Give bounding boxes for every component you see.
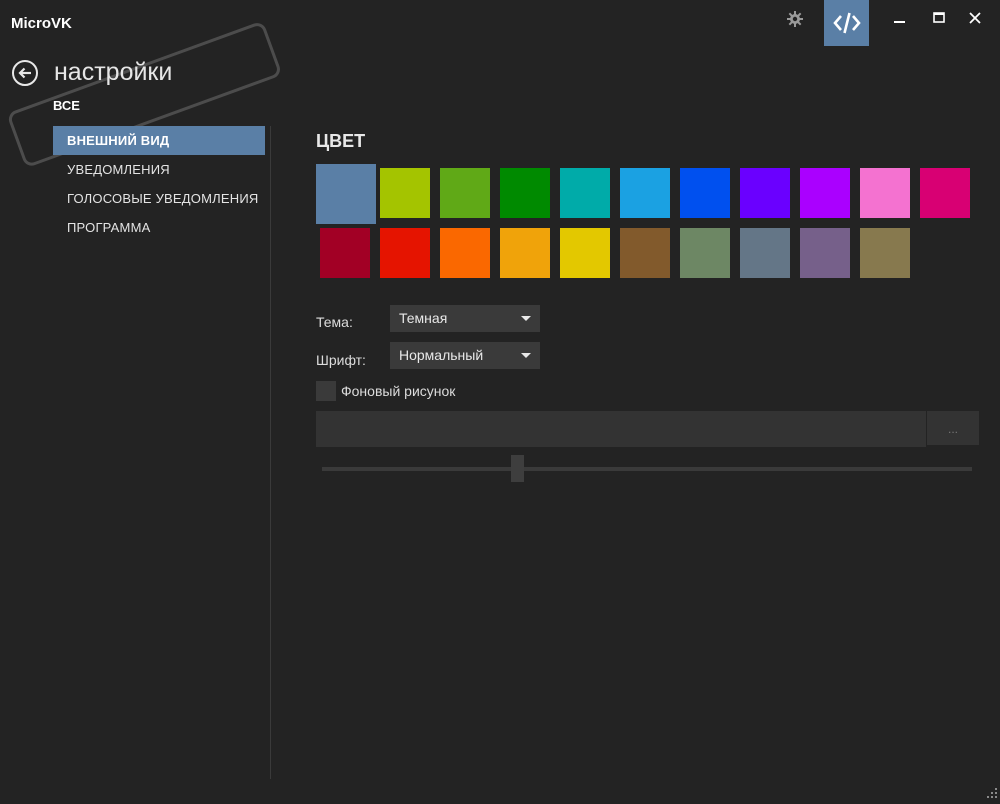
chevron-down-icon — [521, 353, 531, 358]
gear-icon[interactable] — [784, 8, 806, 30]
color-swatch[interactable] — [920, 168, 970, 218]
font-dropdown-value: Нормальный — [399, 347, 484, 363]
arrow-left-icon — [18, 67, 31, 79]
chevron-down-icon — [521, 316, 531, 321]
color-swatch[interactable] — [740, 228, 790, 278]
browse-button[interactable]: ... — [927, 411, 979, 445]
color-swatch[interactable] — [500, 228, 550, 278]
color-swatch[interactable] — [380, 168, 430, 218]
sidebar-all-link[interactable]: ВСЕ — [53, 98, 80, 113]
developer-button[interactable] — [824, 0, 869, 46]
color-swatch[interactable] — [560, 168, 610, 218]
minimize-button[interactable] — [889, 8, 911, 28]
color-swatch[interactable] — [800, 168, 850, 218]
font-dropdown[interactable]: Нормальный — [390, 342, 540, 369]
background-image-checkbox[interactable] — [316, 381, 336, 401]
opacity-slider-track[interactable] — [322, 467, 972, 471]
title-bar: MicroVK — [0, 0, 1000, 46]
sidebar-item-notifications[interactable]: УВЕДОМЛЕНИЯ — [53, 155, 265, 184]
color-swatch[interactable] — [800, 228, 850, 278]
color-swatch[interactable] — [380, 228, 430, 278]
color-swatch[interactable] — [620, 228, 670, 278]
code-icon — [832, 12, 861, 34]
sidebar-item-voice-notifications[interactable]: ГОЛОСОВЫЕ УВЕДОМЛЕНИЯ — [53, 184, 265, 213]
minimize-icon — [894, 21, 905, 23]
app-title: MicroVK — [11, 15, 72, 32]
page-title: настройки — [54, 58, 173, 86]
color-swatch[interactable] — [680, 168, 730, 218]
maximize-button[interactable] — [928, 8, 950, 28]
sidebar-divider — [270, 126, 271, 779]
theme-dropdown-value: Темная — [399, 310, 448, 326]
font-label: Шрифт: — [316, 352, 366, 368]
back-button[interactable] — [12, 60, 38, 86]
color-swatch[interactable] — [860, 228, 910, 278]
maximize-icon — [933, 12, 945, 23]
color-swatch[interactable] — [500, 168, 550, 218]
color-swatch[interactable] — [860, 168, 910, 218]
color-swatch[interactable] — [316, 164, 376, 224]
background-image-path-input[interactable] — [316, 411, 926, 447]
resize-grip-icon[interactable] — [986, 786, 998, 798]
color-swatch[interactable] — [320, 228, 370, 278]
color-swatch[interactable] — [440, 228, 490, 278]
sidebar-item-program[interactable]: ПРОГРАММА — [53, 213, 265, 242]
color-swatch[interactable] — [680, 228, 730, 278]
sidebar-nav: ВНЕШНИЙ ВИД УВЕДОМЛЕНИЯ ГОЛОСОВЫЕ УВЕДОМ… — [53, 126, 265, 242]
color-swatch[interactable] — [740, 168, 790, 218]
background-image-label: Фоновый рисунок — [341, 383, 456, 399]
theme-dropdown[interactable]: Темная — [390, 305, 540, 332]
opacity-slider-thumb[interactable] — [511, 455, 524, 482]
close-icon — [969, 12, 981, 24]
theme-label: Тема: — [316, 314, 353, 330]
close-button[interactable] — [964, 8, 986, 28]
color-section-title: ЦВЕТ — [316, 131, 366, 151]
color-swatch[interactable] — [620, 168, 670, 218]
color-swatch[interactable] — [440, 168, 490, 218]
color-swatch[interactable] — [560, 228, 610, 278]
sidebar-item-appearance[interactable]: ВНЕШНИЙ ВИД — [53, 126, 265, 155]
